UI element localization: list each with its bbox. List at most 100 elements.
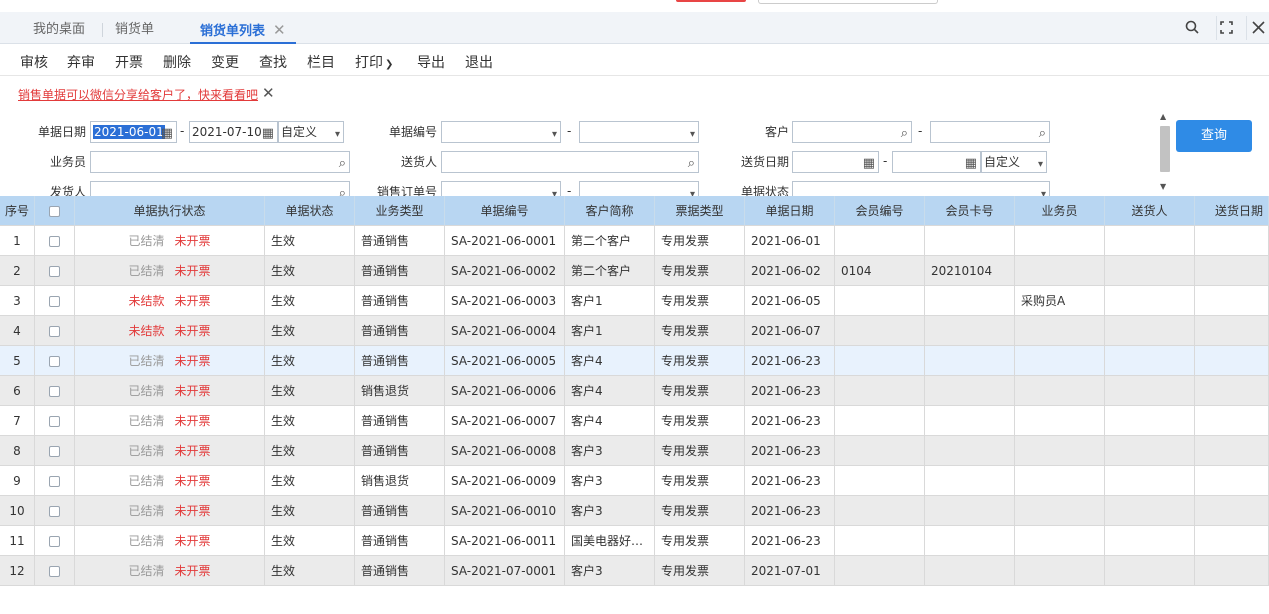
delivery-date-mode-select[interactable]: 自定义 ▾: [981, 151, 1047, 173]
scroll-up-icon[interactable]: ▲: [1160, 112, 1166, 121]
delivery-date-to-field[interactable]: ▦: [892, 151, 981, 173]
find-button[interactable]: 查找: [259, 52, 287, 72]
cell-doc-no: SA-2021-06-0002: [445, 256, 565, 286]
col-header-exec-status[interactable]: 单据执行状态: [75, 196, 265, 226]
fullscreen-icon[interactable]: [1215, 18, 1237, 40]
search-icon[interactable]: [1181, 18, 1203, 40]
col-header-customer[interactable]: 客户简称: [565, 196, 655, 226]
tab-sales-order[interactable]: 销货单: [115, 12, 154, 44]
cell-doc-no: SA-2021-06-0010: [445, 496, 565, 526]
row-checkbox[interactable]: [35, 496, 75, 526]
audit-button[interactable]: 审核: [20, 52, 48, 72]
table-row[interactable]: 1 已结清 未开票 生效 普通销售 SA-2021-06-0001 第二个客户 专用发票 202…: [0, 226, 1269, 256]
tab-my-desktop[interactable]: 我的桌面: [33, 12, 85, 44]
cell-card-no: [925, 406, 1015, 436]
row-checkbox[interactable]: [35, 376, 75, 406]
row-checkbox[interactable]: [35, 556, 75, 586]
col-header-card-no[interactable]: 会员卡号: [925, 196, 1015, 226]
row-checkbox[interactable]: [35, 256, 75, 286]
query-button[interactable]: 查询: [1176, 120, 1252, 152]
doc-no-to-select[interactable]: ▾: [579, 121, 699, 143]
export-button[interactable]: 导出: [417, 52, 445, 72]
table-row[interactable]: 9 已结清 未开票 生效 销售退货 SA-2021-06-0009 客户3 专用发票 2021-…: [0, 466, 1269, 496]
close-icon[interactable]: ✕: [262, 84, 275, 102]
col-header-salesman[interactable]: 业务员: [1015, 196, 1105, 226]
search-icon[interactable]: ⌕: [901, 124, 908, 144]
row-checkbox[interactable]: [35, 286, 75, 316]
table-row[interactable]: 5 已结清 未开票 生效 普通销售 SA-2021-06-0005 客户4 专用发票 2021-…: [0, 346, 1269, 376]
range-dash: -: [180, 124, 185, 138]
close-icon[interactable]: [1247, 18, 1269, 40]
col-header-ticket-type[interactable]: 票据类型: [655, 196, 745, 226]
invoice-button[interactable]: 开票: [115, 52, 143, 72]
date-from-field[interactable]: 2021-06-01 ▦: [90, 121, 177, 143]
table-row[interactable]: 2 已结清 未开票 生效 普通销售 SA-2021-06-0002 第二个客户 专用发票 202…: [0, 256, 1269, 286]
calendar-icon[interactable]: ▦: [863, 154, 875, 174]
doc-no-from-select[interactable]: ▾: [441, 121, 561, 143]
salesman-field[interactable]: ⌕: [90, 151, 350, 173]
shipper-field[interactable]: ⌕: [90, 181, 350, 196]
col-header-deliverer[interactable]: 送货人: [1105, 196, 1195, 226]
select-all-checkbox[interactable]: [35, 196, 75, 226]
date-mode-select[interactable]: 自定义 ▾: [278, 121, 344, 143]
settle-status: 已结清: [128, 534, 165, 548]
search-icon[interactable]: ⌕: [1039, 124, 1046, 144]
filter-scrollbar[interactable]: ▲ ▼: [1159, 112, 1171, 196]
delete-button[interactable]: 删除: [163, 52, 191, 72]
unaudit-button[interactable]: 弃审: [67, 52, 95, 72]
calendar-icon[interactable]: ▦: [262, 124, 274, 144]
cell-biz-type: 普通销售: [355, 556, 445, 586]
cell-card-no: [925, 286, 1015, 316]
date-to-field[interactable]: 2021-07-10 ▦: [189, 121, 278, 143]
top-search-box[interactable]: [758, 0, 938, 4]
col-header-biz-type[interactable]: 业务类型: [355, 196, 445, 226]
customer-from-field[interactable]: ⌕: [792, 121, 912, 143]
customer-to-field[interactable]: ⌕: [930, 121, 1050, 143]
exit-button[interactable]: 退出: [465, 52, 493, 72]
calendar-icon[interactable]: ▦: [161, 124, 173, 144]
cell-doc-no: SA-2021-06-0008: [445, 436, 565, 466]
cell-delivery-date: [1195, 496, 1269, 526]
sales-order-to-select[interactable]: ▾: [579, 181, 699, 196]
table-row[interactable]: 4 未结款 未开票 生效 普通销售 SA-2021-06-0004 客户1 专用发票 2021-…: [0, 316, 1269, 346]
table-row[interactable]: 8 已结清 未开票 生效 普通销售 SA-2021-06-0008 客户3 专用发票 2021-…: [0, 436, 1269, 466]
print-button[interactable]: 打印 ❯: [355, 52, 393, 72]
table-row[interactable]: 6 已结清 未开票 生效 销售退货 SA-2021-06-0006 客户4 专用发票 2021-…: [0, 376, 1269, 406]
col-header-doc-no[interactable]: 单据编号: [445, 196, 565, 226]
row-checkbox[interactable]: [35, 526, 75, 556]
table-row[interactable]: 7 已结清 未开票 生效 普通销售 SA-2021-06-0007 客户4 专用发票 2021-…: [0, 406, 1269, 436]
row-checkbox[interactable]: [35, 406, 75, 436]
share-notice-link[interactable]: 销售单据可以微信分享给客户了，快来看看吧: [18, 86, 258, 103]
search-icon[interactable]: ⌕: [339, 184, 346, 196]
close-tab-icon[interactable]: ✕: [273, 21, 286, 39]
row-checkbox[interactable]: [35, 436, 75, 466]
col-header-doc-status[interactable]: 单据状态: [265, 196, 355, 226]
row-checkbox[interactable]: [35, 346, 75, 376]
sales-order-from-select[interactable]: ▾: [441, 181, 561, 196]
calendar-icon[interactable]: ▦: [965, 154, 977, 174]
table-row[interactable]: 3 未结款 未开票 生效 普通销售 SA-2021-06-0003 客户1 专用发票 2021-…: [0, 286, 1269, 316]
table-row[interactable]: 11 已结清 未开票 生效 普通销售 SA-2021-06-0011 国美电器好… 专用发票 2…: [0, 526, 1269, 556]
search-icon[interactable]: ⌕: [688, 154, 695, 174]
doc-status-select[interactable]: ▾: [792, 181, 1050, 196]
col-header-delivery-date[interactable]: 送货日期: [1195, 196, 1269, 226]
delivery-date-from-field[interactable]: ▦: [792, 151, 879, 173]
change-button[interactable]: 变更: [211, 52, 239, 72]
row-checkbox[interactable]: [35, 316, 75, 346]
scroll-down-icon[interactable]: ▼: [1160, 182, 1166, 191]
deliverer-field[interactable]: ⌕: [441, 151, 699, 173]
col-header-doc-date[interactable]: 单据日期: [745, 196, 835, 226]
scrollbar-thumb[interactable]: [1160, 126, 1170, 172]
columns-button[interactable]: 栏目: [307, 52, 335, 72]
cell-customer: 客户4: [565, 346, 655, 376]
table-row[interactable]: 12 已结清 未开票 生效 普通销售 SA-2021-07-0001 客户3 专用发票 2021…: [0, 556, 1269, 586]
settle-status: 已结清: [128, 444, 165, 458]
doc-date-label: 单据日期: [37, 125, 86, 139]
col-header-member-no[interactable]: 会员编号: [835, 196, 925, 226]
row-checkbox[interactable]: [35, 226, 75, 256]
top-red-button[interactable]: [676, 0, 746, 2]
table-row[interactable]: 10 已结清 未开票 生效 普通销售 SA-2021-06-0010 客户3 专用发票 2021…: [0, 496, 1269, 526]
search-icon[interactable]: ⌕: [339, 154, 346, 174]
tab-sales-order-list[interactable]: 销货单列表 ✕: [190, 12, 296, 44]
row-checkbox[interactable]: [35, 466, 75, 496]
